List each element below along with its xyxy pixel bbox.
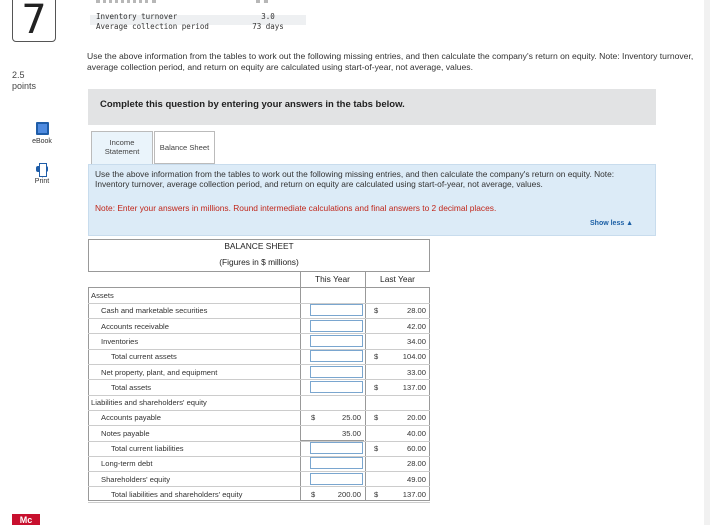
last-year-value: 28.00 — [406, 459, 426, 469]
this-year-input[interactable] — [310, 365, 363, 378]
row-label: Total current assets — [111, 352, 177, 362]
row-divider — [88, 501, 430, 503]
column-header-this-year: This Year — [315, 274, 350, 284]
ebook-label: eBook — [32, 138, 52, 145]
row-label: Long-term debt — [101, 459, 153, 469]
tab-label-line: Income — [109, 138, 135, 147]
ratio-label: Inventory turnover — [96, 12, 178, 21]
panel-note: Note: Enter your answers in millions. Ro… — [95, 203, 497, 213]
row-label: Net property, plant, and equipment — [101, 367, 218, 377]
points-label: points — [12, 81, 37, 91]
this-year-input[interactable] — [310, 350, 363, 363]
this-year-input[interactable] — [310, 457, 363, 470]
ratio-label: Average collection period — [96, 22, 209, 31]
balance-sheet-title: BALANCE SHEET — [224, 241, 294, 251]
this-year-input[interactable] — [310, 304, 363, 317]
ebook-button[interactable]: eBook — [28, 122, 56, 145]
last-year-value: 137.00 — [402, 382, 426, 392]
prior-ratio-table: Inventory turnover 3.0 Average collectio… — [90, 12, 306, 32]
row-label: Assets — [91, 291, 114, 300]
points-value: 2.5 — [12, 70, 25, 80]
table-row: Total current liabilities $60.00 — [88, 441, 430, 456]
panel-text: Use the above information from the table… — [95, 169, 615, 189]
ratio-row: Inventory turnover 3.0 — [90, 12, 306, 22]
last-year-value: 20.00 — [406, 413, 426, 423]
table-row: Net property, plant, and equipment 33.00 — [88, 365, 430, 380]
table-row: Cash and marketable securities $28.00 — [88, 303, 430, 318]
this-year-input[interactable] — [310, 380, 363, 393]
last-year-value: 28.00 — [406, 306, 426, 316]
table-row: Assets — [88, 288, 430, 303]
last-year-value: 60.00 — [406, 444, 426, 453]
table-row: Accounts receivable 42.00 — [88, 319, 430, 334]
last-year-value: 42.00 — [406, 321, 426, 331]
print-label: Print — [34, 178, 50, 185]
last-year-value: 104.00 — [402, 352, 426, 362]
last-year-value: 33.00 — [406, 367, 426, 377]
table-row: Total assets $137.00 — [88, 380, 430, 395]
mcgraw-hill-logo: Mc — [12, 514, 40, 525]
table-row: Accounts payable $25.00 $20.00 — [88, 410, 430, 425]
this-year-input[interactable] — [310, 319, 363, 332]
column-header-last-year: Last Year — [380, 274, 415, 284]
ebook-icon — [35, 122, 49, 135]
this-year-input[interactable] — [310, 472, 363, 485]
table-row: Total liabilities and shareholders' equi… — [88, 487, 430, 502]
print-icon — [35, 163, 49, 177]
print-button[interactable]: Print — [28, 163, 56, 185]
instruction-text: Complete this question by entering your … — [100, 99, 405, 110]
table-row: Shareholders' equity 49.00 — [88, 472, 430, 487]
row-label: Accounts receivable — [101, 321, 169, 331]
table-row: Inventories 34.00 — [88, 334, 430, 349]
ratio-row: Average collection period 73 days — [90, 22, 306, 32]
ratio-value: 73 days — [252, 22, 284, 31]
this-year-input[interactable] — [310, 334, 363, 347]
cutoff-row-fragment — [96, 0, 156, 5]
cutoff-value-fragment — [256, 0, 268, 5]
page-scrollbar[interactable] — [704, 0, 710, 525]
last-year-value: 137.00 — [402, 489, 426, 499]
row-label: Liabilities and shareholders' equity — [91, 398, 207, 408]
last-year-value: 34.00 — [406, 336, 426, 346]
this-year-value: 25.00 — [341, 413, 361, 423]
this-year-input[interactable] — [310, 442, 363, 454]
balance-sheet-subtitle: (Figures in $ millions) — [219, 257, 299, 267]
table-row: Long-term debt 28.00 — [88, 456, 430, 471]
tab-balance-sheet[interactable]: Balance Sheet — [154, 131, 215, 164]
table-row: Total current assets $104.00 — [88, 349, 430, 364]
ratio-value: 3.0 — [261, 12, 275, 21]
row-label: Accounts payable — [101, 413, 161, 423]
row-label: Cash and marketable securities — [101, 306, 208, 316]
row-label: Shareholders' equity — [101, 474, 170, 484]
last-year-value: 49.00 — [406, 474, 426, 484]
table-row: Notes payable 35.00 40.00 — [88, 426, 430, 441]
question-number: 7 — [12, 0, 56, 43]
this-year-value: 35.00 — [301, 426, 364, 441]
table-row: Liabilities and shareholders' equity — [88, 395, 430, 410]
show-less-link[interactable]: Show less ▲ — [590, 220, 633, 227]
row-label: Total liabilities and shareholders' equi… — [111, 489, 243, 499]
row-label: Total current liabilities — [111, 444, 184, 453]
last-year-value: 40.00 — [406, 428, 426, 438]
question-text: Use the above information from the table… — [87, 51, 694, 72]
row-label: Inventories — [101, 336, 139, 346]
row-label: Total assets — [111, 382, 152, 392]
this-year-value: 200.00 — [337, 489, 361, 499]
tab-income-statement[interactable]: Income Statement — [91, 131, 153, 164]
tab-label-line: Statement — [104, 147, 140, 156]
row-label: Notes payable — [101, 428, 150, 438]
points-block: 2.5 points — [12, 70, 36, 92]
left-rail: 7 2.5 points eBook Print Mc — [0, 0, 84, 525]
